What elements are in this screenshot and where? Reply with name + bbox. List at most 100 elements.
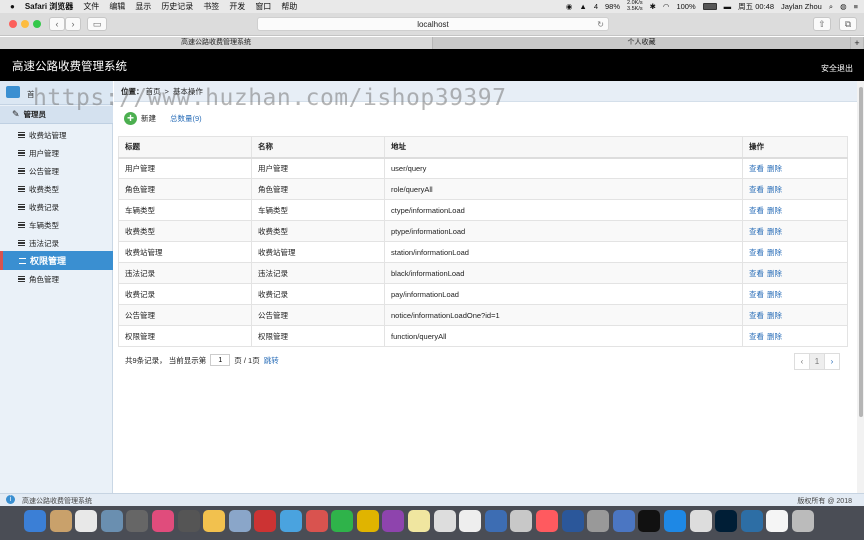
delete-link[interactable]: 删除 bbox=[767, 311, 782, 320]
word-icon[interactable] bbox=[561, 510, 584, 532]
back-button[interactable]: ‹ bbox=[49, 17, 65, 31]
address-bar[interactable]: localhost ↻ bbox=[257, 17, 609, 31]
finder-icon[interactable] bbox=[24, 510, 46, 532]
minimize-window-button[interactable] bbox=[21, 20, 29, 28]
sublime-icon[interactable] bbox=[177, 510, 200, 532]
wifi-icon[interactable]: ◠ bbox=[663, 2, 670, 11]
intellij-icon[interactable] bbox=[152, 510, 174, 532]
files-icon[interactable] bbox=[766, 510, 789, 532]
sidebar-item-station[interactable]: 收费站管理 bbox=[0, 126, 113, 144]
sidebar-item-notice[interactable]: 公告管理 bbox=[0, 162, 113, 180]
menu-develop[interactable]: 开发 bbox=[229, 1, 245, 12]
photoshop-icon[interactable] bbox=[715, 510, 738, 532]
notes-app-icon[interactable] bbox=[49, 510, 72, 532]
view-link[interactable]: 查看 bbox=[749, 248, 764, 257]
notes-icon[interactable] bbox=[433, 510, 456, 532]
tab-favorites[interactable]: 个人收藏 bbox=[433, 37, 851, 49]
qq-icon[interactable] bbox=[356, 510, 379, 532]
view-link[interactable]: 查看 bbox=[749, 164, 764, 173]
next-page-button[interactable]: › bbox=[824, 353, 840, 370]
page-input[interactable] bbox=[210, 354, 231, 366]
view-link[interactable]: 查看 bbox=[749, 185, 764, 194]
page-1-button[interactable]: 1 bbox=[809, 353, 825, 370]
logout-link[interactable]: 安全退出 bbox=[821, 63, 853, 74]
menu-window[interactable]: 窗口 bbox=[255, 1, 271, 12]
tabs-overview-icon[interactable]: ⧉ bbox=[839, 17, 857, 31]
sidebar-toggle-icon[interactable]: ▭ bbox=[87, 17, 107, 31]
menu-help[interactable]: 帮助 bbox=[281, 1, 297, 12]
sidebar-item-role[interactable]: 角色管理 bbox=[0, 270, 113, 288]
list-icon[interactable]: ≡ bbox=[854, 2, 858, 11]
qq-status-icon[interactable]: ▲ bbox=[579, 2, 586, 11]
music-icon[interactable] bbox=[536, 510, 558, 532]
clock[interactable]: 周五 00:48 bbox=[738, 1, 774, 12]
menu-file[interactable]: 文件 bbox=[83, 1, 99, 12]
pages-icon[interactable] bbox=[689, 510, 712, 532]
sidebar-item-violation[interactable]: 违法记录 bbox=[0, 234, 113, 252]
view-link[interactable]: 查看 bbox=[749, 290, 764, 299]
trash-icon[interactable] bbox=[792, 510, 814, 532]
scroll-thumb[interactable] bbox=[859, 87, 863, 417]
launchpad-icon[interactable] bbox=[126, 510, 149, 532]
share-icon[interactable]: ⇧ bbox=[813, 17, 831, 31]
prev-page-button[interactable]: ‹ bbox=[794, 353, 810, 370]
doc-icon[interactable] bbox=[459, 510, 482, 532]
preview-icon[interactable] bbox=[100, 510, 123, 532]
view-link[interactable]: 查看 bbox=[749, 269, 764, 278]
new-tab-icon[interactable]: + bbox=[851, 37, 864, 49]
delete-link[interactable]: 删除 bbox=[767, 185, 782, 194]
teamviewer2-icon[interactable] bbox=[664, 510, 686, 532]
sidebar-item-users[interactable]: 用户管理 bbox=[0, 144, 113, 162]
delete-link[interactable]: 删除 bbox=[767, 332, 782, 341]
sidebar-item-permission[interactable]: 权限管理 bbox=[0, 251, 113, 270]
preferences-icon[interactable] bbox=[510, 510, 533, 532]
teamviewer-icon[interactable] bbox=[638, 510, 661, 532]
calendar-icon[interactable] bbox=[484, 510, 507, 532]
wechat-status-icon[interactable]: ◉ bbox=[566, 2, 573, 11]
delete-link[interactable]: 删除 bbox=[767, 269, 782, 278]
delete-link[interactable]: 删除 bbox=[767, 227, 782, 236]
reload-icon[interactable]: ↻ bbox=[597, 18, 604, 31]
close-window-button[interactable] bbox=[9, 20, 17, 28]
new-button[interactable]: 新建 bbox=[141, 113, 156, 124]
sidebar-item-fee-type[interactable]: 收费类型 bbox=[0, 180, 113, 198]
photos-icon[interactable] bbox=[75, 510, 98, 532]
ximalaya-icon[interactable] bbox=[203, 510, 226, 532]
wechat-icon[interactable] bbox=[331, 510, 354, 532]
xcode-icon[interactable] bbox=[740, 510, 763, 532]
view-link[interactable]: 查看 bbox=[749, 332, 764, 341]
system-prefs-icon[interactable] bbox=[587, 510, 610, 532]
sidebar-item-vehicle-type[interactable]: 车辆类型 bbox=[0, 216, 113, 234]
delete-link[interactable]: 删除 bbox=[767, 206, 782, 215]
menu-bookmarks[interactable]: 书签 bbox=[203, 1, 219, 12]
redis-icon[interactable] bbox=[254, 510, 277, 532]
baidu-icon[interactable] bbox=[612, 510, 635, 532]
apple-icon[interactable]: ● bbox=[10, 2, 15, 11]
menu-view[interactable]: 显示 bbox=[135, 1, 151, 12]
bluetooth-icon[interactable]: ✱ bbox=[650, 2, 656, 11]
safari-icon[interactable] bbox=[280, 510, 302, 532]
view-link[interactable]: 查看 bbox=[749, 227, 764, 236]
sidebar-item-fee-record[interactable]: 收费记录 bbox=[0, 198, 113, 216]
view-link[interactable]: 查看 bbox=[749, 311, 764, 320]
view-link[interactable]: 查看 bbox=[749, 206, 764, 215]
delete-link[interactable]: 删除 bbox=[767, 248, 782, 257]
page-scrollbar[interactable] bbox=[857, 81, 864, 493]
flag-icon[interactable]: ▬ bbox=[724, 2, 732, 11]
user-name[interactable]: Jaylan Zhou bbox=[781, 2, 822, 11]
delete-link[interactable]: 删除 bbox=[767, 164, 782, 173]
siri-icon[interactable]: ◍ bbox=[840, 2, 847, 11]
add-icon[interactable]: + bbox=[124, 112, 137, 125]
menu-history[interactable]: 历史记录 bbox=[161, 1, 193, 12]
menu-app-name[interactable]: Safari 浏览器 bbox=[25, 1, 73, 12]
menu-edit[interactable]: 编辑 bbox=[109, 1, 125, 12]
tab-active[interactable]: 高速公路收费管理系统 bbox=[0, 37, 433, 49]
battery-icon[interactable] bbox=[702, 3, 717, 10]
axure-icon[interactable] bbox=[408, 510, 430, 532]
mail-icon[interactable] bbox=[305, 510, 328, 532]
database-icon[interactable] bbox=[228, 510, 251, 532]
search-icon[interactable]: ⌕ bbox=[829, 2, 833, 12]
zoom-window-button[interactable] bbox=[33, 20, 41, 28]
forward-button[interactable]: › bbox=[65, 17, 81, 31]
delete-link[interactable]: 删除 bbox=[767, 290, 782, 299]
